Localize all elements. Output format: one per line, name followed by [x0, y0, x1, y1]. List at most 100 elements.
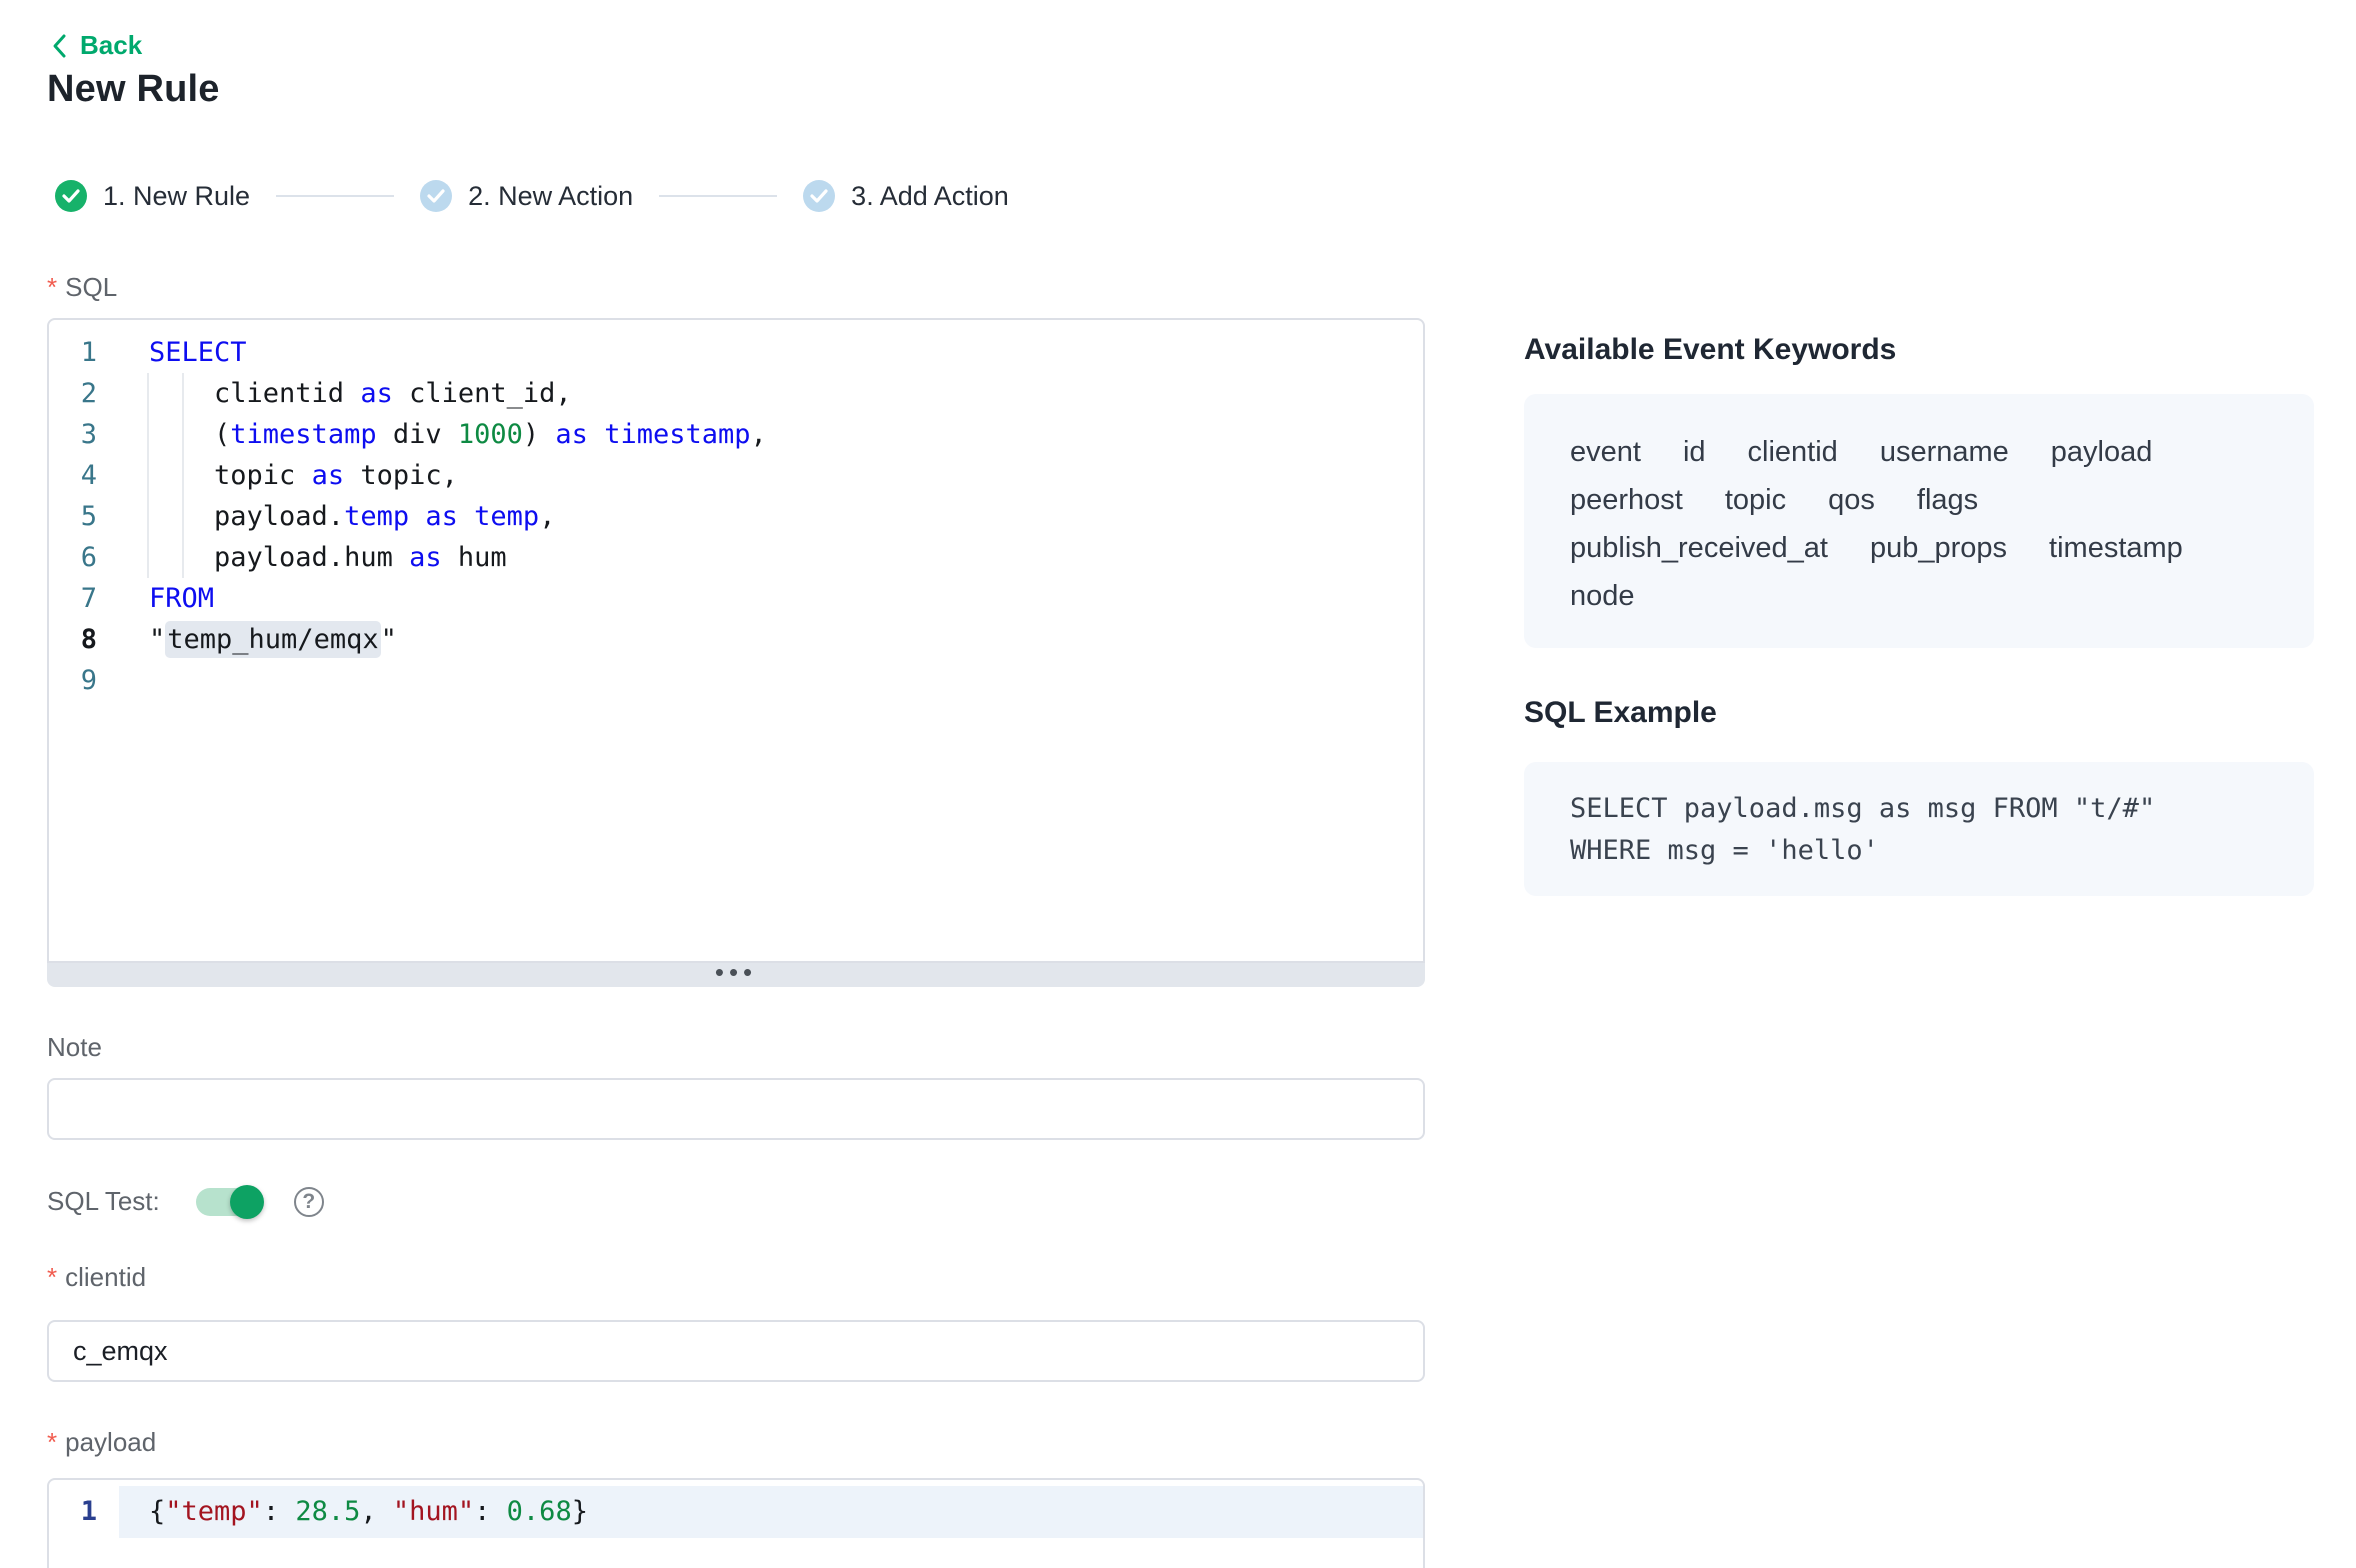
event-keyword[interactable]: peerhost: [1570, 476, 1683, 524]
code-line[interactable]: 1{"temp": 28.5, "hum": 0.68}: [49, 1486, 1423, 1538]
code-line[interactable]: 2 clientid as client_id,: [49, 373, 1423, 414]
code-token: ": [149, 624, 165, 655]
code-text: clientid as client_id,: [119, 373, 1423, 414]
sql-example-panel: SELECT payload.msg as msg FROM "t/#"WHER…: [1524, 762, 2314, 896]
step-3[interactable]: 3. Add Action: [803, 180, 1009, 212]
sql-test-toggle[interactable]: [196, 1188, 262, 1216]
code-token: as: [425, 501, 458, 532]
sql-test-label: SQL Test:: [47, 1186, 160, 1217]
payload-code-editor[interactable]: 1{"temp": 28.5, "hum": 0.68}: [47, 1478, 1425, 1568]
event-keyword[interactable]: node: [1570, 572, 1635, 620]
code-text: {"temp": 28.5, "hum": 0.68}: [119, 1486, 1423, 1538]
event-keyword[interactable]: flags: [1917, 476, 1978, 524]
code-line[interactable]: 3 (timestamp div 1000) as timestamp,: [49, 414, 1423, 455]
code-token: as: [555, 419, 588, 450]
code-token: [588, 419, 604, 450]
toggle-knob: [230, 1185, 264, 1219]
code-token: ,: [360, 1496, 393, 1527]
help-icon[interactable]: ?: [294, 1187, 324, 1217]
code-token: hum: [442, 542, 507, 573]
event-keyword[interactable]: timestamp: [2049, 524, 2183, 572]
code-token: payload.: [149, 501, 344, 532]
note-field-label: Note: [47, 1032, 102, 1063]
event-keyword[interactable]: payload: [2051, 428, 2153, 476]
step-2[interactable]: 2. New Action: [420, 180, 633, 212]
event-keyword[interactable]: topic: [1725, 476, 1786, 524]
code-line[interactable]: 4 topic as topic,: [49, 455, 1423, 496]
payload-code-lines: 1{"temp": 28.5, "hum": 0.68}: [49, 1480, 1423, 1538]
code-line[interactable]: 1SELECT: [49, 332, 1423, 373]
line-number: 8: [49, 619, 119, 660]
code-token: timestamp: [604, 419, 750, 450]
event-keyword[interactable]: publish_received_at: [1570, 524, 1828, 572]
required-marker: *: [47, 1427, 57, 1457]
sql-code-lines: 1SELECT2 clientid as client_id,3 (timest…: [49, 320, 1423, 701]
code-text: SELECT: [119, 332, 1423, 373]
code-token: temp_hum/emqx: [165, 621, 380, 658]
event-keyword[interactable]: id: [1683, 428, 1706, 476]
required-marker: *: [47, 1262, 57, 1292]
code-token: div: [377, 419, 458, 450]
event-keyword[interactable]: username: [1880, 428, 2009, 476]
event-keyword[interactable]: pub_props: [1870, 524, 2007, 572]
sql-code-editor[interactable]: 1SELECT2 clientid as client_id,3 (timest…: [47, 318, 1425, 963]
code-token: temp: [344, 501, 409, 532]
code-line[interactable]: 6 payload.hum as hum: [49, 537, 1423, 578]
check-circle-done-icon: [55, 180, 87, 212]
code-text: payload.hum as hum: [119, 537, 1423, 578]
sql-example-line: SELECT payload.msg as msg FROM "t/#": [1570, 788, 2274, 830]
code-token: as: [360, 378, 393, 409]
line-number: 5: [49, 496, 119, 537]
chevron-left-icon: [50, 32, 68, 60]
code-token: 0.68: [507, 1496, 572, 1527]
code-token: [458, 501, 474, 532]
sql-test-row: SQL Test: ?: [47, 1186, 324, 1217]
line-number: 6: [49, 537, 119, 578]
event-keyword[interactable]: event: [1570, 428, 1641, 476]
code-token: clientid: [149, 378, 360, 409]
code-token: topic: [149, 460, 312, 491]
code-text: topic as topic,: [119, 455, 1423, 496]
code-token: topic,: [344, 460, 458, 491]
code-token: :: [263, 1496, 296, 1527]
line-number: 3: [49, 414, 119, 455]
code-line[interactable]: 9: [49, 660, 1423, 701]
required-marker: *: [47, 272, 57, 302]
editor-resize-handle[interactable]: •••: [47, 963, 1425, 987]
page-title: New Rule: [47, 68, 220, 111]
keyword-row: peerhost topic qos flags: [1570, 476, 2274, 524]
line-number: 7: [49, 578, 119, 619]
event-keyword[interactable]: qos: [1828, 476, 1875, 524]
step-label: 3. Add Action: [851, 181, 1009, 212]
line-number: 4: [49, 455, 119, 496]
clientid-input[interactable]: [47, 1320, 1425, 1382]
code-line[interactable]: 8 "temp_hum/emqx": [49, 619, 1423, 660]
code-token: 1000: [458, 419, 523, 450]
back-link[interactable]: Back: [50, 30, 142, 61]
code-token: ,: [751, 419, 767, 450]
step-1[interactable]: 1. New Rule: [55, 180, 250, 212]
step-label: 2. New Action: [468, 181, 633, 212]
code-text: FROM: [119, 578, 1423, 619]
note-input[interactable]: [47, 1078, 1425, 1140]
code-token: SELECT: [149, 337, 247, 368]
line-number: 9: [49, 660, 119, 701]
keyword-row: publish_received_at pub_props timestamp: [1570, 524, 2274, 572]
code-token: }: [572, 1496, 588, 1527]
code-token: {: [149, 1496, 165, 1527]
check-circle-pending-icon: [803, 180, 835, 212]
event-keyword[interactable]: clientid: [1748, 428, 1838, 476]
code-token: client_id,: [393, 378, 572, 409]
code-line[interactable]: 5 payload.temp as temp,: [49, 496, 1423, 537]
line-number: 2: [49, 373, 119, 414]
keywords-panel: eventid clientid username payload peerhost to…: [1524, 394, 2314, 648]
code-token: FROM: [149, 583, 214, 614]
clientid-field-label: *clientid: [47, 1262, 146, 1293]
code-line[interactable]: 7 FROM: [49, 578, 1423, 619]
code-token: timestamp: [230, 419, 376, 450]
code-text: [119, 660, 1423, 701]
keywords-heading: Available Event Keywords: [1524, 333, 1896, 367]
code-token: ": [381, 624, 397, 655]
code-token: 28.5: [295, 1496, 360, 1527]
step-label: 1. New Rule: [103, 181, 250, 212]
